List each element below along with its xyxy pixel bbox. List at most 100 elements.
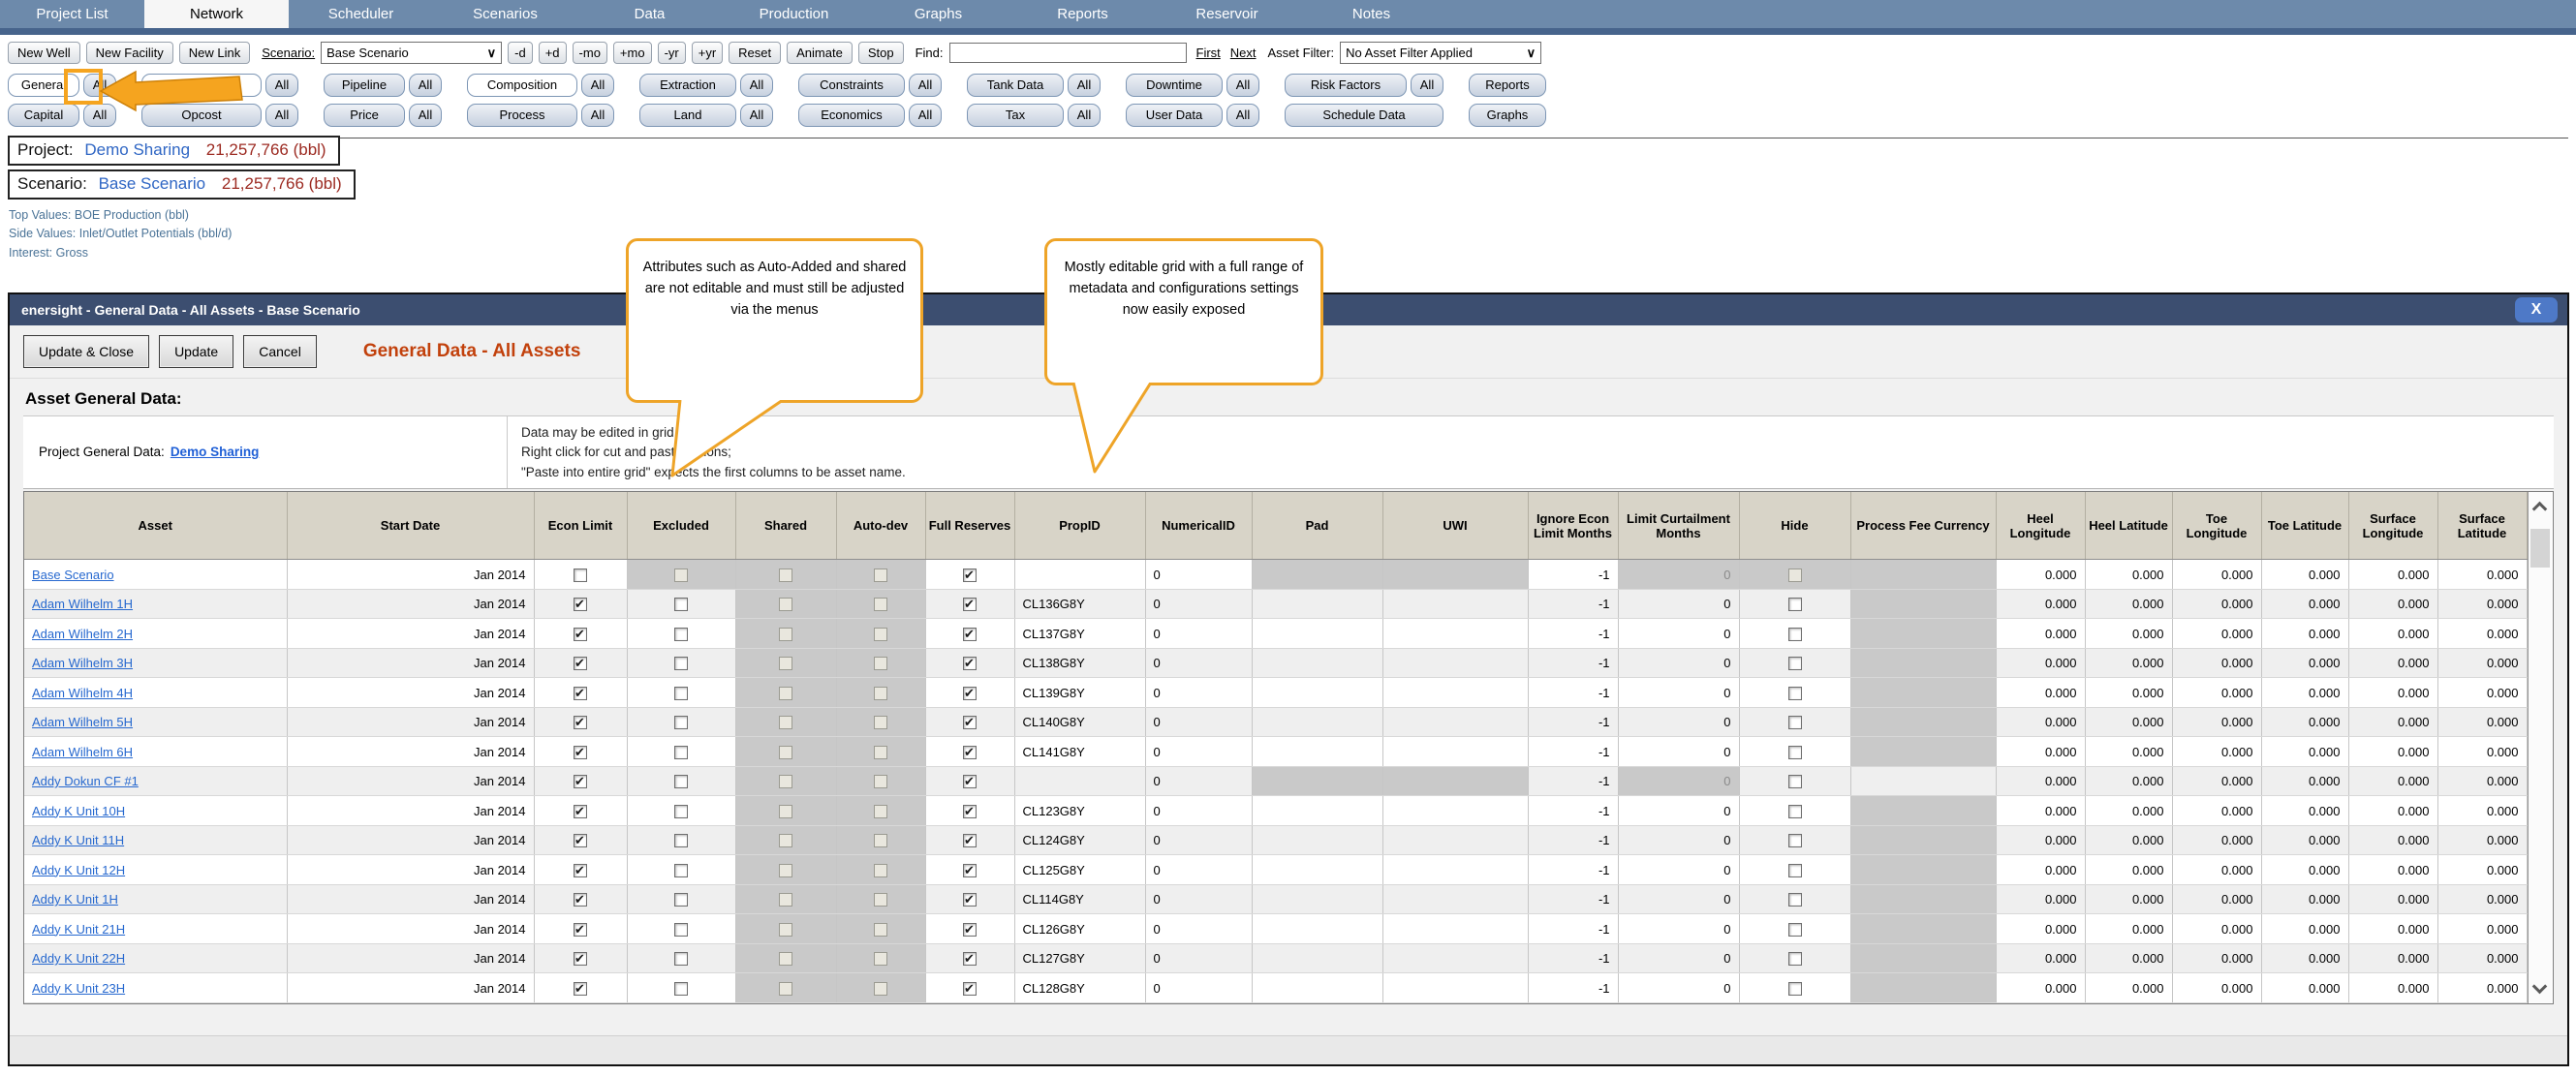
asset-link[interactable]: Adam Wilhelm 2H: [32, 627, 133, 641]
cell-numerical-id[interactable]: 0: [1145, 825, 1252, 855]
category-button-price[interactable]: Price: [324, 104, 405, 127]
cell-pad[interactable]: [1252, 678, 1382, 708]
category-button-graphs[interactable]: Graphs: [1469, 104, 1546, 127]
category-button-extraction[interactable]: Extraction: [639, 74, 736, 97]
cell-limit-curtailment-months[interactable]: 0: [1618, 884, 1739, 914]
cell-limit-curtailment-months[interactable]: 0: [1618, 825, 1739, 855]
asset-link[interactable]: Addy K Unit 12H: [32, 863, 125, 877]
cell-numerical-id[interactable]: 0: [1145, 589, 1252, 619]
cell-start-date[interactable]: Jan 2014: [287, 914, 534, 944]
column-header-auto-dev[interactable]: Auto-dev: [836, 492, 925, 560]
cell-toe-longitude[interactable]: 0.000: [2172, 973, 2261, 1003]
cell-ignore-econ-limit-months[interactable]: -1: [1528, 973, 1618, 1003]
econ_limit-checkbox[interactable]: [574, 746, 587, 759]
excluded-checkbox[interactable]: [674, 598, 688, 611]
category-button-economics[interactable]: Economics: [798, 104, 905, 127]
cell-uwi[interactable]: [1382, 973, 1528, 1003]
cell-start-date[interactable]: Jan 2014: [287, 707, 534, 737]
cell-prop-id[interactable]: CL136G8Y: [1014, 589, 1145, 619]
cell-heel-longitude[interactable]: 0.000: [1996, 619, 2085, 649]
cell-start-date[interactable]: Jan 2014: [287, 678, 534, 708]
category-button-capital[interactable]: Capital: [8, 104, 79, 127]
cell-uwi[interactable]: [1382, 678, 1528, 708]
cell-surface-longitude[interactable]: 0.000: [2348, 973, 2437, 1003]
cancel-button[interactable]: Cancel: [243, 335, 317, 368]
tab-reservoir[interactable]: Reservoir: [1155, 0, 1299, 28]
cell-start-date[interactable]: Jan 2014: [287, 943, 534, 973]
cell-prop-id[interactable]: CL124G8Y: [1014, 825, 1145, 855]
cell-heel-latitude[interactable]: 0.000: [2085, 589, 2172, 619]
cell-uwi[interactable]: [1382, 943, 1528, 973]
category-button-user-data[interactable]: User Data: [1126, 104, 1223, 127]
cell-uwi[interactable]: [1382, 648, 1528, 678]
cell-start-date[interactable]: Jan 2014: [287, 619, 534, 649]
cell-start-date[interactable]: Jan 2014: [287, 560, 534, 590]
column-header-shared[interactable]: Shared: [735, 492, 836, 560]
cell-surface-latitude[interactable]: 0.000: [2437, 943, 2527, 973]
column-header-toe-latitude[interactable]: Toe Latitude: [2261, 492, 2348, 560]
cell-toe-longitude[interactable]: 0.000: [2172, 943, 2261, 973]
cell-surface-longitude[interactable]: 0.000: [2348, 589, 2437, 619]
cell-numerical-id[interactable]: 0: [1145, 943, 1252, 973]
cell-uwi[interactable]: [1382, 796, 1528, 826]
cell-limit-curtailment-months[interactable]: 0: [1618, 619, 1739, 649]
full_reserves-checkbox[interactable]: [963, 952, 977, 966]
cell-heel-longitude[interactable]: 0.000: [1996, 589, 2085, 619]
category-button-composition[interactable]: Composition: [467, 74, 577, 97]
new-link-button[interactable]: New Link: [179, 42, 250, 64]
hide-checkbox[interactable]: [1788, 982, 1802, 996]
cell-prop-id[interactable]: CL126G8Y: [1014, 914, 1145, 944]
category-all-button-risk-factors[interactable]: All: [1411, 74, 1443, 97]
cell-prop-id[interactable]: CL137G8Y: [1014, 619, 1145, 649]
cell-toe-latitude[interactable]: 0.000: [2261, 884, 2348, 914]
category-all-button-process[interactable]: All: [581, 104, 614, 127]
econ_limit-checkbox[interactable]: [574, 687, 587, 700]
cell-pad[interactable]: [1252, 825, 1382, 855]
cell-start-date[interactable]: Jan 2014: [287, 766, 534, 796]
step-button-mo[interactable]: +mo: [613, 42, 652, 64]
cell-prop-id[interactable]: [1014, 560, 1145, 590]
cell-toe-longitude[interactable]: 0.000: [2172, 678, 2261, 708]
cell-heel-longitude[interactable]: 0.000: [1996, 560, 2085, 590]
cell-uwi[interactable]: [1382, 707, 1528, 737]
scroll-up-icon[interactable]: [2531, 501, 2547, 516]
cell-heel-longitude[interactable]: 0.000: [1996, 914, 2085, 944]
step-button-yr[interactable]: +yr: [692, 42, 723, 64]
excluded-checkbox[interactable]: [674, 657, 688, 670]
cell-uwi[interactable]: [1382, 589, 1528, 619]
cell-prop-id[interactable]: [1014, 766, 1145, 796]
cell-toe-latitude[interactable]: 0.000: [2261, 973, 2348, 1003]
tab-scheduler[interactable]: Scheduler: [289, 0, 433, 28]
cell-uwi[interactable]: [1382, 914, 1528, 944]
cell-pad[interactable]: [1252, 589, 1382, 619]
cell-heel-latitude[interactable]: 0.000: [2085, 855, 2172, 885]
cell-process-fee-currency[interactable]: [1850, 766, 1996, 796]
full_reserves-checkbox[interactable]: [963, 657, 977, 670]
econ_limit-checkbox[interactable]: [574, 569, 587, 582]
cell-heel-latitude[interactable]: 0.000: [2085, 943, 2172, 973]
cell-surface-longitude[interactable]: 0.000: [2348, 560, 2437, 590]
tab-network[interactable]: Network: [144, 0, 289, 28]
excluded-checkbox[interactable]: [674, 775, 688, 788]
cell-surface-longitude[interactable]: 0.000: [2348, 943, 2437, 973]
cell-prop-id[interactable]: CL140G8Y: [1014, 707, 1145, 737]
cell-ignore-econ-limit-months[interactable]: -1: [1528, 796, 1618, 826]
category-button-downtime[interactable]: Downtime: [1126, 74, 1223, 97]
cell-limit-curtailment-months[interactable]: 0: [1618, 796, 1739, 826]
cell-surface-longitude[interactable]: 0.000: [2348, 707, 2437, 737]
step-button-d[interactable]: -d: [508, 42, 533, 64]
category-all-button-pipeline[interactable]: All: [409, 74, 442, 97]
category-button-tank-data[interactable]: Tank Data: [967, 74, 1064, 97]
cell-pad[interactable]: [1252, 619, 1382, 649]
excluded-checkbox[interactable]: [674, 687, 688, 700]
cell-toe-latitude[interactable]: 0.000: [2261, 648, 2348, 678]
cell-surface-latitude[interactable]: 0.000: [2437, 707, 2527, 737]
animate-button[interactable]: Animate: [787, 42, 853, 64]
asset-link[interactable]: Adam Wilhelm 1H: [32, 597, 133, 611]
full_reserves-checkbox[interactable]: [963, 628, 977, 641]
cell-heel-latitude[interactable]: 0.000: [2085, 619, 2172, 649]
hide-checkbox[interactable]: [1788, 834, 1802, 847]
cell-limit-curtailment-months[interactable]: 0: [1618, 943, 1739, 973]
scenario-select[interactable]: Base Scenario ∨: [321, 42, 502, 64]
asset-link[interactable]: Addy K Unit 1H: [32, 892, 118, 907]
